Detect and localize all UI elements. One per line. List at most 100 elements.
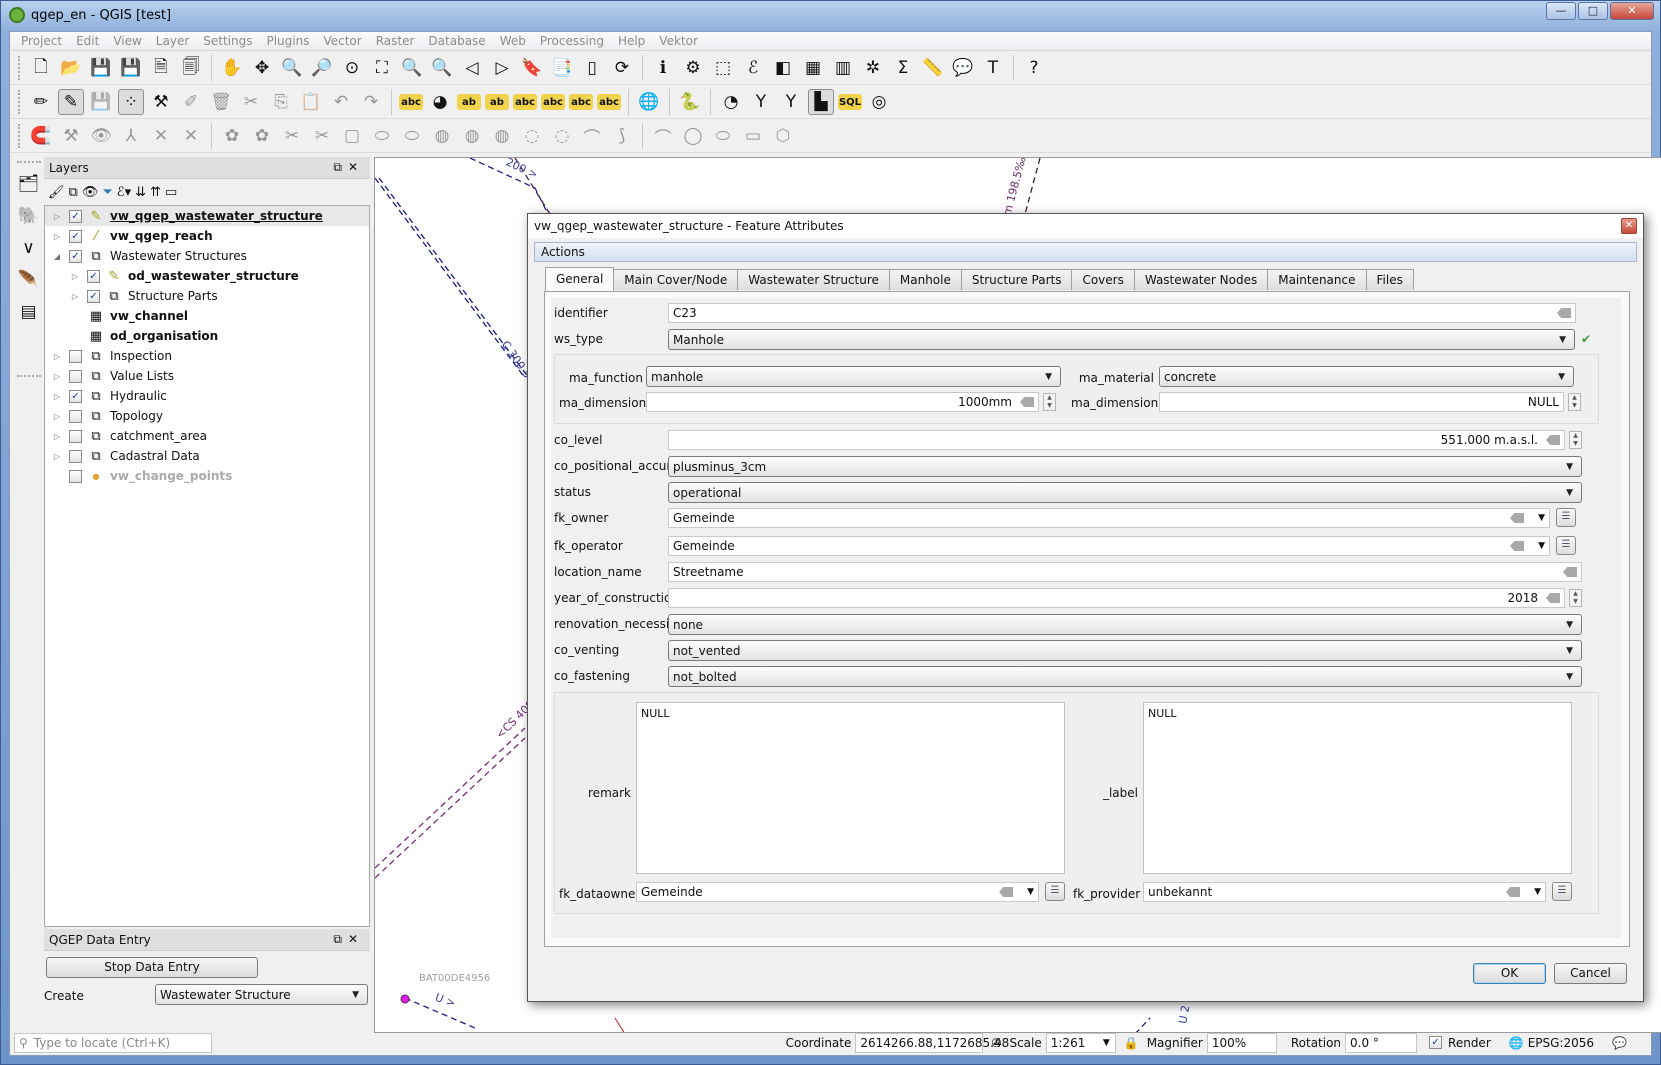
select-by-expression-icon[interactable]: ℰ [740, 55, 766, 81]
fk_provider-relation-combo[interactable]: unbekannt ▼ [1143, 882, 1546, 902]
add-part-icon[interactable]: ◍ [459, 123, 485, 149]
zoom-in-icon[interactable]: 🔍 [279, 55, 305, 81]
rotate-label-icon[interactable]: abc [569, 94, 593, 110]
menu-help[interactable]: Help [611, 34, 652, 48]
intersection-icon[interactable]: ✕ [148, 123, 174, 149]
menu-edit[interactable]: Edit [69, 34, 106, 48]
style-manager-icon[interactable]: 🖌 [48, 185, 65, 200]
layer-tree-item[interactable]: ▷ ✓ ✎ od_wastewater_structure [45, 266, 369, 286]
close-panel-icon[interactable]: ✕ [348, 160, 364, 174]
expand-arrow-icon[interactable]: ▷ [51, 412, 63, 421]
co_level-input[interactable]: 551.000 m.a.s.l. [668, 430, 1565, 450]
layer-tree-item[interactable]: ▷ ⧉ Value Lists [45, 366, 369, 386]
rectangle-icon[interactable]: ▭ [740, 123, 766, 149]
vertex-tool-icon[interactable]: ⚒ [148, 89, 174, 115]
trace-icon[interactable]: ⅄ [118, 123, 144, 149]
float-panel-icon[interactable]: ⧉ [333, 932, 348, 946]
filter-legend-icon[interactable]: ⏷ [102, 185, 112, 200]
add-postgis-layer-icon[interactable]: 🐘 [16, 203, 42, 229]
tab-files[interactable]: Files [1365, 269, 1414, 290]
field-calculator-icon[interactable]: ▥ [830, 55, 856, 81]
statistics-icon[interactable]: Σ [890, 55, 916, 81]
expand-arrow-icon[interactable]: ▷ [69, 292, 81, 301]
attribute-table-icon[interactable]: ▦ [800, 55, 826, 81]
layer-tree-item[interactable]: ▷ ✓ ✎ vw_qgep_wastewater_structure [45, 206, 369, 226]
zoom-next-icon[interactable]: ▷ [489, 55, 515, 81]
clear-icon[interactable] [1510, 513, 1525, 523]
layer-tree-item[interactable]: ▷ ✓ ⁄ vw_qgep_reach [45, 226, 369, 246]
change-label-icon[interactable]: abc [597, 94, 621, 110]
fk_provider-open-form-button[interactable]: ☰ [1552, 882, 1572, 901]
temporal-icon[interactable]: ▯ [579, 55, 605, 81]
regular-polygon-icon[interactable]: ⬡ [770, 123, 796, 149]
collapse-all-icon[interactable]: ⇈ [150, 185, 161, 200]
rotate-icon[interactable]: ⬭ [369, 123, 395, 149]
new-spatialite-icon[interactable]: 🪶 [16, 267, 42, 293]
tab-manhole[interactable]: Manhole [888, 269, 962, 290]
cancel-button[interactable]: Cancel [1554, 963, 1627, 984]
stop-data-entry-button[interactable]: Stop Data Entry [46, 957, 258, 978]
layer-tree-item[interactable]: ▷ ✓ ⧉ Hydraulic [45, 386, 369, 406]
expand-arrow-icon[interactable]: ▷ [51, 432, 63, 441]
ma_dimension2-input[interactable]: NULL [1159, 392, 1564, 412]
highlight-pinned-icon[interactable]: ab [485, 94, 509, 110]
current-edits-icon[interactable]: ✏ [28, 89, 54, 115]
tab-general[interactable]: General [545, 267, 615, 291]
toggle-editing-icon[interactable]: ✎ [58, 89, 84, 115]
expand-all-icon[interactable]: ⇊ [135, 185, 146, 200]
year_of_construction-input[interactable]: 2018 [668, 588, 1565, 608]
circular-string-icon[interactable]: ⌒ [650, 123, 676, 149]
menu-settings[interactable]: Settings [196, 34, 259, 48]
menu-web[interactable]: Web [493, 34, 533, 48]
show-bookmarks-icon[interactable]: 📑 [549, 55, 575, 81]
zoom-full-icon[interactable]: ⛶ [369, 55, 395, 81]
expand-arrow-icon[interactable]: ▷ [51, 232, 63, 241]
qgep-upstream-icon[interactable]: Y [748, 89, 774, 115]
toolbar-grip[interactable] [18, 90, 22, 114]
chevron-down-icon[interactable]: ▼ [1027, 887, 1034, 897]
close-panel-icon[interactable]: ✕ [348, 932, 364, 946]
chevron-down-icon[interactable]: ▼ [1538, 513, 1545, 523]
clear-icon[interactable] [1546, 435, 1560, 445]
simplify-icon[interactable]: ⬭ [399, 123, 425, 149]
refresh-icon[interactable]: ⟳ [609, 55, 635, 81]
zoom-out-icon[interactable]: 🔎 [309, 55, 335, 81]
label-textarea[interactable]: NULL [1143, 702, 1572, 874]
layer-tree-item[interactable]: ◢ ✓ ⧉ Wastewater Structures [45, 246, 369, 266]
ok-button[interactable]: OK [1473, 963, 1546, 984]
ma_function-combo[interactable]: manhole ▼ [646, 366, 1061, 387]
menu-vector[interactable]: Vector [316, 34, 368, 48]
deselect-icon[interactable]: ◧ [770, 55, 796, 81]
co_positional_accuracy-combo[interactable]: plusminus_3cm ▼ [668, 456, 1582, 477]
pan-to-selection-icon[interactable]: ✥ [249, 55, 275, 81]
qgep-connect-icon[interactable]: ◎ [866, 89, 892, 115]
identify-icon[interactable]: ℹ [650, 55, 676, 81]
show-hide-labels-icon[interactable]: abc [513, 94, 537, 110]
processing-toolbox-icon[interactable]: ✲ [860, 55, 886, 81]
actions-label[interactable]: Actions [541, 245, 585, 259]
layer-tree-item[interactable]: ▷ ⧉ Topology [45, 406, 369, 426]
crs-button[interactable]: EPSG:2056 [1528, 1036, 1594, 1050]
tab-covers[interactable]: Covers [1071, 269, 1135, 290]
undo-icon[interactable]: ↶ [328, 89, 354, 115]
qgep-profile-icon[interactable]: ◔ [718, 89, 744, 115]
layer-visibility-checkbox[interactable] [69, 369, 82, 383]
merge-icon[interactable]: ✂ [309, 123, 335, 149]
expand-arrow-icon[interactable]: ▷ [51, 372, 63, 381]
qgep-wizard-icon[interactable]: ▙ [808, 89, 834, 115]
spinbox-arrows-icon[interactable]: ▲ ▼ [1569, 431, 1582, 449]
layer-tree-item[interactable]: ▷ ✓ ⧉ Structure Parts [45, 286, 369, 306]
layout-manager-icon[interactable]: 🗐 [178, 55, 204, 81]
tab-wastewater-nodes[interactable]: Wastewater Nodes [1133, 269, 1269, 290]
layer-visibility-checkbox[interactable] [69, 409, 82, 423]
spinbox-arrows-icon[interactable]: ▲ ▼ [1568, 393, 1581, 411]
menu-plugins[interactable]: Plugins [259, 34, 316, 48]
layer-visibility-checkbox[interactable]: ✓ [69, 209, 82, 223]
fk_owner-open-form-button[interactable]: ☰ [1556, 508, 1576, 527]
coordinate-input[interactable]: 2614266.88,1172685.48 [855, 1032, 1009, 1053]
maximize-button[interactable]: □ [1578, 2, 1608, 20]
split-features-icon[interactable]: ✿ [249, 123, 275, 149]
pin-labels-icon[interactable]: ab [457, 94, 481, 110]
topology-editing-icon[interactable]: ⚒ [58, 123, 84, 149]
circle-icon[interactable]: ◯ [680, 123, 706, 149]
